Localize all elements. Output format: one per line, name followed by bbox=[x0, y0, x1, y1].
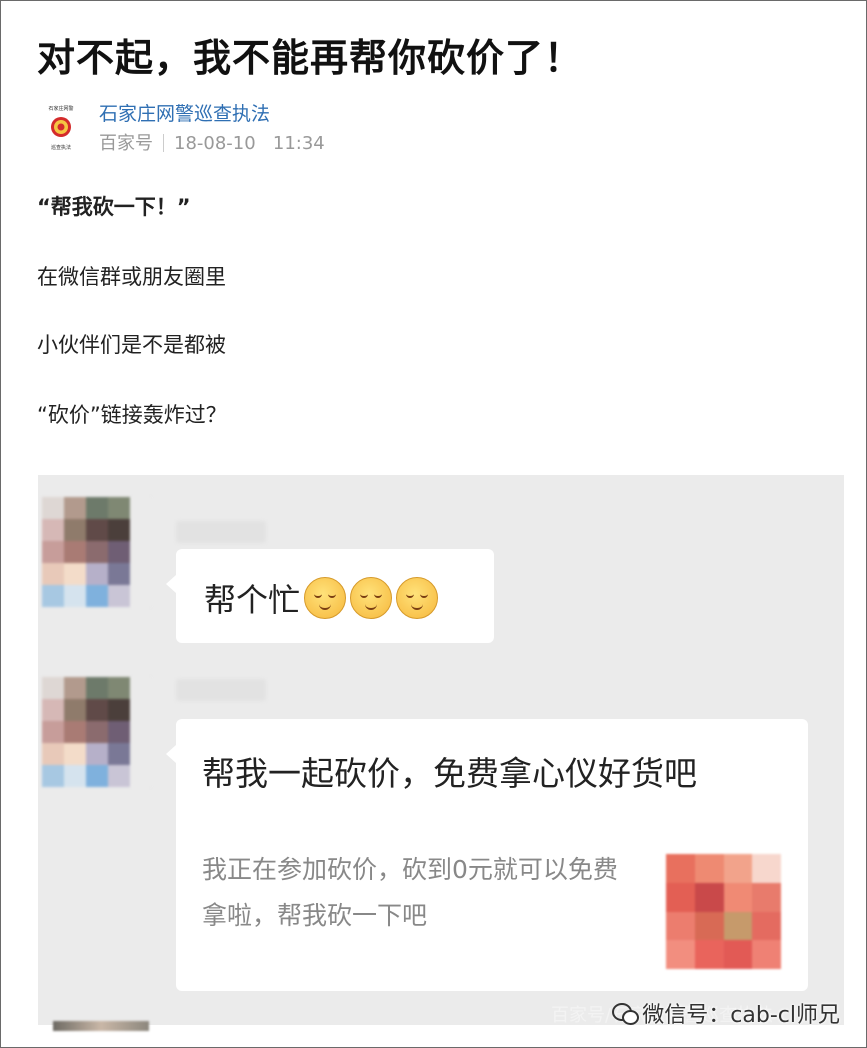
cropped-avatar-strip bbox=[53, 1021, 149, 1031]
account-name-link[interactable]: 石家庄网警巡查执法 bbox=[99, 99, 270, 126]
wechat-watermark-text: 微信号：cab-cl师兄 bbox=[642, 1003, 840, 1028]
smile-emoji-icon bbox=[304, 577, 347, 619]
smile-emoji-icon bbox=[396, 577, 439, 619]
bargain-card-description: 我正在参加砍价，砍到0元就可以免费拿啦，帮我砍一下吧 bbox=[202, 855, 618, 930]
smile-emoji-icon bbox=[350, 577, 393, 619]
logo-text-top: 石家庄网警 bbox=[48, 105, 73, 112]
police-badge-logo: 石家庄网警 巡查执法 bbox=[48, 105, 73, 151]
publish-date: 18-08-10 bbox=[174, 133, 256, 154]
publish-time: 11:34 bbox=[272, 133, 325, 154]
paragraph-quote: “帮我砍一下！” bbox=[37, 195, 191, 219]
paragraph-text: 在微信群或朋友圈里 bbox=[37, 265, 226, 289]
platform-label: 百家号 bbox=[99, 133, 153, 154]
paragraph-text: “砍价”链接轰炸过？ bbox=[37, 403, 227, 427]
blurred-username bbox=[176, 521, 266, 543]
logo-text-bottom: 巡查执法 bbox=[51, 144, 71, 151]
article-title: 对不起，我不能再帮你砍价了！ bbox=[37, 36, 584, 80]
wechat-watermark: 微信号：cab-cl师兄 bbox=[612, 997, 840, 1029]
wechat-icon bbox=[612, 1003, 640, 1025]
chat-bubble-help: 帮个忙 bbox=[166, 549, 494, 643]
meta-divider bbox=[163, 134, 164, 152]
paragraph-text: 小伙伴们是不是都被 bbox=[37, 333, 226, 357]
blurred-username bbox=[176, 679, 266, 701]
chat-bubble-bargain-card[interactable]: 帮我一起砍价，免费拿心仪好货吧 我正在参加砍价，砍到0元就可以免费拿啦，帮我砍一… bbox=[166, 719, 808, 991]
chat-screenshot-image: 帮个忙 帮我一起砍价，免费拿心仪好货吧 我正在参加砍价，砍到0元就可以免费拿啦，… bbox=[38, 475, 844, 1025]
article-frame: 对不起，我不能再帮你砍价了！ 石家庄网警 巡查执法 石家庄网警巡查执法 百家号 1… bbox=[0, 0, 867, 1048]
message-help-text: 帮个忙 bbox=[204, 581, 301, 619]
bargain-card-title: 帮我一起砍价，免费拿心仪好货吧 bbox=[202, 754, 697, 793]
blurred-avatar bbox=[42, 497, 152, 607]
message-help: 帮个忙 bbox=[204, 575, 439, 621]
blurred-avatar bbox=[42, 677, 152, 787]
article-meta: 百家号 18-08-10 11:34 bbox=[99, 129, 325, 155]
blurred-product-thumbnail bbox=[666, 854, 781, 969]
